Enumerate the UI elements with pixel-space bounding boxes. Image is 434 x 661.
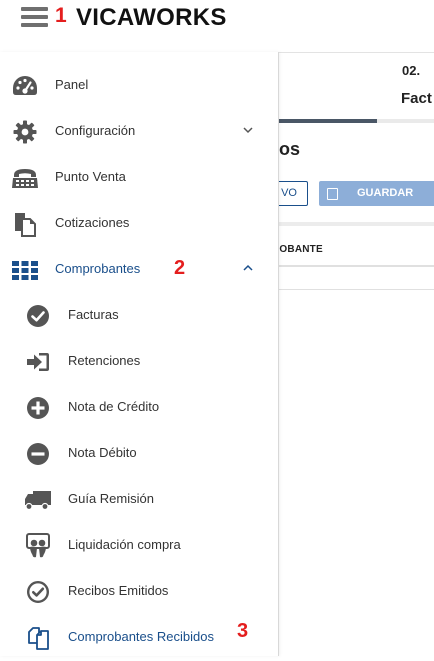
wizard-progress-fill <box>278 119 378 123</box>
sidebar-subitem-label: Nota de Crédito <box>68 399 160 414</box>
sidebar-item-punto-venta[interactable]: Punto Venta <box>0 155 278 201</box>
divider <box>278 289 434 290</box>
sign-in-arrow-icon <box>24 349 52 375</box>
save-button-label: GUARDAR <box>357 187 414 199</box>
sidebar-subitem-retenciones[interactable]: Retenciones <box>0 339 278 385</box>
sidebar-subitem-label: Liquidación compra <box>68 537 181 552</box>
slideshare-icon <box>24 533 52 559</box>
sidebar-subitem-label: Retenciones <box>68 353 141 368</box>
hamburger-menu-icon[interactable] <box>21 7 48 27</box>
sidebar-subitem-label: Facturas <box>68 307 119 322</box>
divider <box>278 265 434 267</box>
save-button[interactable]: GUARDAR <box>319 181 434 206</box>
sidebar-subitem-label: Recibos Emitidos <box>68 583 169 598</box>
sidebar-subitem-nota-debito[interactable]: Nota Débito <box>0 431 278 477</box>
sidebar-subitem-liquidacion-compra[interactable]: Liquidación compra <box>0 523 278 569</box>
step-marker-1: 1 <box>55 4 67 27</box>
grid-icon <box>11 257 39 283</box>
sidebar-item-label: Punto Venta <box>55 169 126 184</box>
sidebar-subitem-label: Guía Remisión <box>68 491 154 506</box>
sidebar-item-label: Panel <box>55 77 89 92</box>
sidebar-subitem-guia-remision[interactable]: Guía Remisión <box>0 477 278 523</box>
sidebar-item-panel[interactable]: Panel <box>0 63 278 109</box>
top-bar: 1 VICAWORKS <box>0 0 434 52</box>
sidebar-item-label: Configuración <box>55 123 136 138</box>
sidebar-menu: Panel Configuración Punto Venta Cotizaci… <box>0 52 279 656</box>
save-icon <box>327 188 338 200</box>
copy-icon <box>24 625 52 651</box>
check-circle-icon <box>24 303 52 329</box>
sidebar-subitem-nota-credito[interactable]: Nota de Crédito <box>0 385 278 431</box>
sidebar-item-label: Comprobantes <box>55 261 141 276</box>
plus-circle-icon <box>24 395 52 421</box>
step-marker-3: 3 <box>237 620 249 642</box>
sidebar-item-label: Cotizaciones <box>55 215 130 230</box>
sidebar-subitem-recibos-emitidos[interactable]: Recibos Emitidos <box>0 569 278 615</box>
truck-icon <box>24 487 52 513</box>
minus-circle-icon <box>24 441 52 467</box>
brand-logo[interactable]: VICAWORKS <box>76 4 227 32</box>
chevron-down-icon[interactable] <box>242 125 254 135</box>
divider <box>278 222 434 226</box>
step-marker-2: 2 <box>174 257 186 279</box>
dashboard-gauge-icon <box>11 73 39 99</box>
sidebar-subitem-facturas[interactable]: Facturas <box>0 293 278 339</box>
wizard-step-number: 02. <box>402 63 421 78</box>
sidebar-item-configuracion[interactable]: Configuración <box>0 109 278 155</box>
chevron-up-icon[interactable] <box>242 263 254 273</box>
documents-icon <box>11 211 39 237</box>
wizard-progress-bar <box>278 119 434 123</box>
sidebar-item-comprobantes[interactable]: Comprobantes <box>0 247 278 293</box>
wizard-step-title[interactable]: Fact <box>401 90 432 107</box>
sidebar-subitem-label: Comprobantes Recibidos <box>68 629 214 644</box>
check-circle-outline-icon <box>24 579 52 605</box>
table-column-header: ROBANTE <box>272 244 323 255</box>
cash-register-icon <box>11 165 39 191</box>
sidebar-subitem-label: Nota Débito <box>68 445 137 460</box>
sidebar-item-cotizaciones[interactable]: Cotizaciones <box>0 201 278 247</box>
gear-icon <box>11 119 39 145</box>
